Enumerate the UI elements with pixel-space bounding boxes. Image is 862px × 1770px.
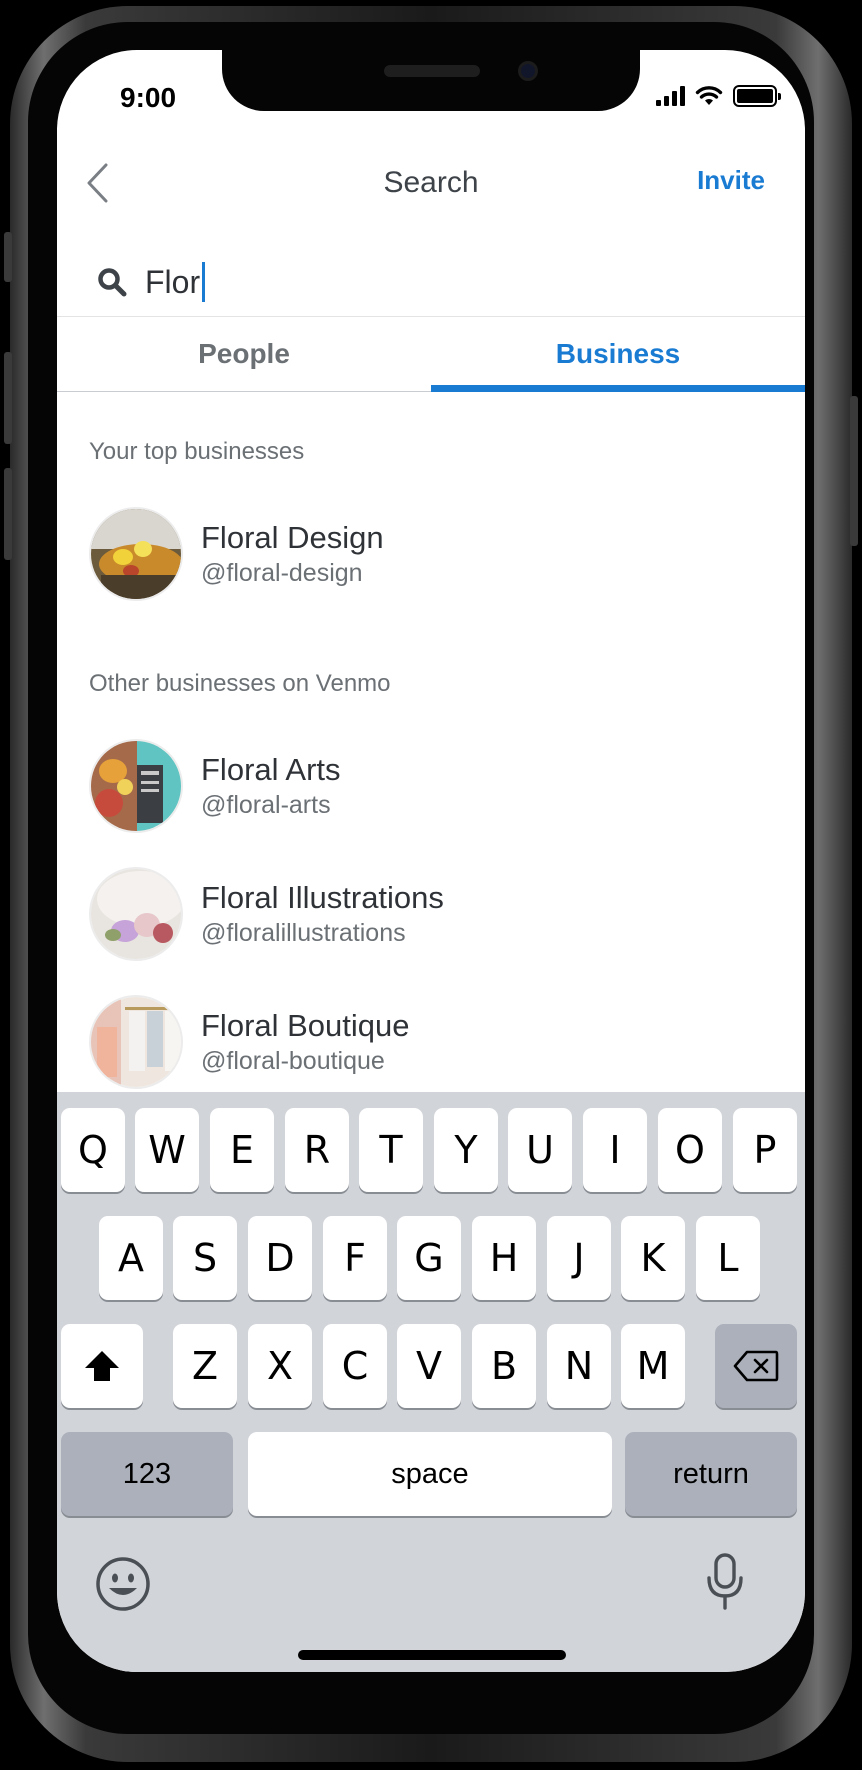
key-s[interactable]: S xyxy=(173,1216,237,1300)
key-t[interactable]: T xyxy=(359,1108,423,1192)
key-a[interactable]: A xyxy=(99,1216,163,1300)
shift-icon xyxy=(85,1351,119,1381)
backspace-key[interactable] xyxy=(715,1324,797,1408)
list-item[interactable]: Floral Arts @floral-arts xyxy=(89,738,769,834)
status-time: 9:00 xyxy=(120,82,177,113)
key-e[interactable]: E xyxy=(210,1108,274,1192)
section-label-other: Other businesses on Venmo xyxy=(89,670,391,697)
key-r[interactable]: R xyxy=(285,1108,349,1192)
text-cursor xyxy=(202,262,206,302)
key-l[interactable]: L xyxy=(696,1216,760,1300)
avatar xyxy=(89,739,183,833)
status-icons xyxy=(656,85,781,107)
business-name: Floral Design xyxy=(201,520,384,555)
business-name: Floral Arts xyxy=(201,752,341,787)
nav-bar: Search Invite xyxy=(57,148,805,218)
key-j[interactable]: J xyxy=(547,1216,611,1300)
list-item[interactable]: Floral Illustrations @floralillustration… xyxy=(89,866,769,962)
speaker xyxy=(384,65,480,77)
volume-down-button xyxy=(4,468,12,560)
shift-key[interactable] xyxy=(61,1324,143,1408)
microphone-icon xyxy=(707,1553,743,1610)
return-key[interactable]: return xyxy=(625,1432,797,1516)
invite-button[interactable]: Invite xyxy=(697,165,765,196)
business-handle: @floral-arts xyxy=(201,791,331,819)
key-b[interactable]: B xyxy=(472,1324,536,1408)
dictation-button[interactable] xyxy=(705,1552,749,1616)
key-p[interactable]: P xyxy=(733,1108,797,1192)
page-title: Search xyxy=(383,166,479,199)
avatar xyxy=(89,995,183,1089)
business-handle: @floral-boutique xyxy=(201,1047,385,1075)
business-handle: @floralillustrations xyxy=(201,919,406,947)
key-f[interactable]: F xyxy=(323,1216,387,1300)
key-v[interactable]: V xyxy=(397,1324,461,1408)
key-k[interactable]: K xyxy=(621,1216,685,1300)
avatar xyxy=(89,867,183,961)
silent-switch xyxy=(4,232,12,282)
key-i[interactable]: I xyxy=(583,1108,647,1192)
list-item[interactable]: Floral Design @floral-design xyxy=(89,506,769,602)
emoji-icon xyxy=(96,1557,150,1611)
key-u[interactable]: U xyxy=(508,1108,572,1192)
volume-up-button xyxy=(4,352,12,444)
search-icon xyxy=(98,268,127,297)
power-button xyxy=(850,396,858,546)
key-d[interactable]: D xyxy=(248,1216,312,1300)
key-x[interactable]: X xyxy=(248,1324,312,1408)
camera xyxy=(518,61,538,81)
tab-people[interactable]: People xyxy=(57,317,431,391)
space-key[interactable]: space xyxy=(248,1432,612,1516)
tab-bar: People Business xyxy=(57,316,805,392)
backspace-icon xyxy=(733,1350,779,1382)
key-w[interactable]: W xyxy=(135,1108,199,1192)
key-m[interactable]: M xyxy=(621,1324,685,1408)
keyboard: Q W E R T Y U I O P A S D F G H J K L Z … xyxy=(57,1092,805,1672)
cellular-signal-icon xyxy=(656,86,685,106)
key-g[interactable]: G xyxy=(397,1216,461,1300)
section-label-top: Your top businesses xyxy=(89,438,305,465)
business-handle: @floral-design xyxy=(201,559,363,587)
screen: 9:00 Search Invite Flor People Business … xyxy=(57,50,805,1672)
numbers-key[interactable]: 123 xyxy=(61,1432,233,1516)
tab-business[interactable]: Business xyxy=(431,317,805,392)
home-indicator[interactable] xyxy=(298,1650,566,1660)
emoji-button[interactable] xyxy=(95,1556,155,1616)
key-n[interactable]: N xyxy=(547,1324,611,1408)
wifi-icon xyxy=(695,86,723,105)
battery-icon xyxy=(733,85,781,107)
key-o[interactable]: O xyxy=(658,1108,722,1192)
search-query: Flor xyxy=(145,263,201,300)
key-z[interactable]: Z xyxy=(173,1324,237,1408)
notch xyxy=(222,50,640,111)
avatar xyxy=(89,507,183,601)
business-name: Floral Illustrations xyxy=(201,880,444,915)
key-y[interactable]: Y xyxy=(434,1108,498,1192)
search-input[interactable]: Flor xyxy=(97,250,757,314)
key-c[interactable]: C xyxy=(323,1324,387,1408)
key-q[interactable]: Q xyxy=(61,1108,125,1192)
key-h[interactable]: H xyxy=(472,1216,536,1300)
business-name: Floral Boutique xyxy=(201,1008,410,1043)
list-item[interactable]: Floral Boutique @floral-boutique xyxy=(89,994,769,1090)
